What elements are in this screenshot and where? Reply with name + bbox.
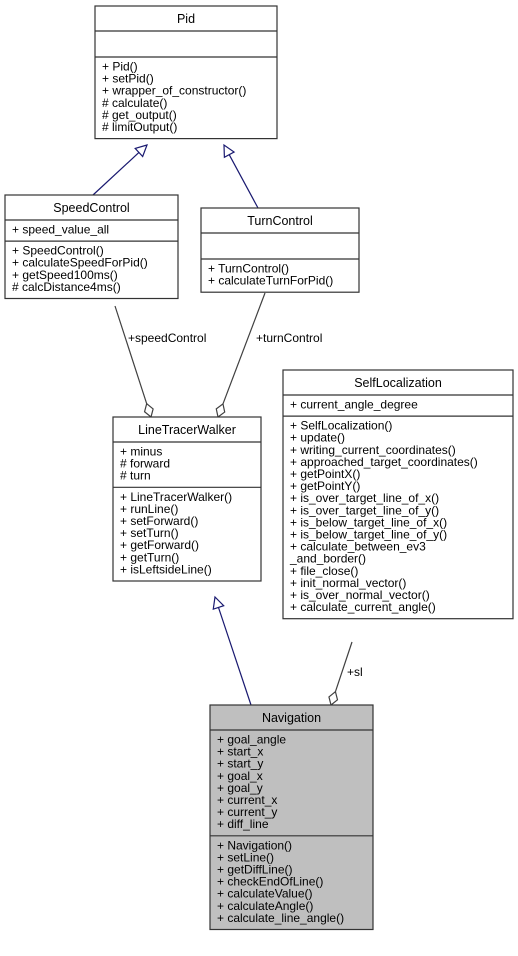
class-box-pid[interactable]: Pid+ Pid()+ setPid()+ wrapper_of_constru…: [94, 5, 278, 140]
hollow-triangle-arrow-icon: [223, 143, 236, 159]
classes-layer: Pid+ Pid()+ setPid()+ wrapper_of_constru…: [4, 5, 514, 931]
class-name: TurnControl: [247, 214, 313, 228]
class-name: Pid: [177, 12, 195, 26]
class-attribute: # turn: [120, 469, 151, 483]
class-attribute: + current_angle_degree: [290, 398, 418, 412]
aggregation-line: [114, 305, 148, 404]
relation-inheritance-speedcontrol-to-pid: [92, 144, 148, 196]
inheritance-line: [92, 152, 140, 196]
class-method: + calculateTurnForPid(): [208, 274, 333, 288]
class-method: # calcDistance4ms(): [12, 280, 121, 294]
inheritance-line: [217, 607, 252, 706]
hollow-diamond-icon: [215, 402, 226, 419]
class-method: # limitOutput(): [102, 120, 177, 134]
class-box-turncontrol[interactable]: TurnControl+ TurnControl()+ calculateTur…: [200, 207, 360, 293]
relation-label: +sl: [347, 665, 363, 679]
hollow-triangle-arrow-icon: [212, 595, 225, 611]
class-box-linetracerwalker[interactable]: LineTracerWalker+ minus# forward# turn+ …: [112, 416, 262, 582]
relation-aggregation-turncontrol-to-linetracerwalker: [215, 292, 266, 419]
class-box-navigation[interactable]: Navigation+ goal_angle+ start_x+ start_y…: [209, 704, 374, 931]
class-name: SelfLocalization: [354, 376, 442, 390]
class-attribute: + speed_value_all: [12, 223, 109, 237]
class-method: + isLeftsideLine(): [120, 562, 212, 576]
relation-inheritance-navigation-to-linetracerwalker: [212, 595, 252, 706]
class-box-speedcontrol[interactable]: SpeedControl+ speed_value_all+ SpeedCont…: [4, 194, 179, 300]
class-diagram: Pid+ Pid()+ setPid()+ wrapper_of_constru…: [4, 5, 514, 931]
class-name: LineTracerWalker: [138, 423, 236, 437]
class-attribute: + diff_line: [217, 817, 269, 831]
hollow-diamond-icon: [328, 690, 339, 707]
aggregation-line: [222, 292, 266, 405]
class-box-selflocalization[interactable]: SelfLocalization + current_angle_degree + …: [282, 369, 514, 620]
relation-label: +turnControl: [256, 331, 322, 345]
relation-aggregation-speedcontrol-to-linetracerwalker: [114, 305, 154, 419]
relation-label: +speedControl: [128, 331, 206, 345]
class-method: + calculate_line_angle(): [217, 911, 344, 925]
class-name: SpeedControl: [53, 201, 129, 215]
class-name: Navigation: [262, 711, 321, 725]
hollow-diamond-icon: [143, 402, 154, 419]
relation-inheritance-turncontrol-to-pid: [223, 143, 259, 209]
inheritance-line: [228, 154, 259, 209]
class-method: + calculate_current_angle(): [290, 600, 436, 614]
